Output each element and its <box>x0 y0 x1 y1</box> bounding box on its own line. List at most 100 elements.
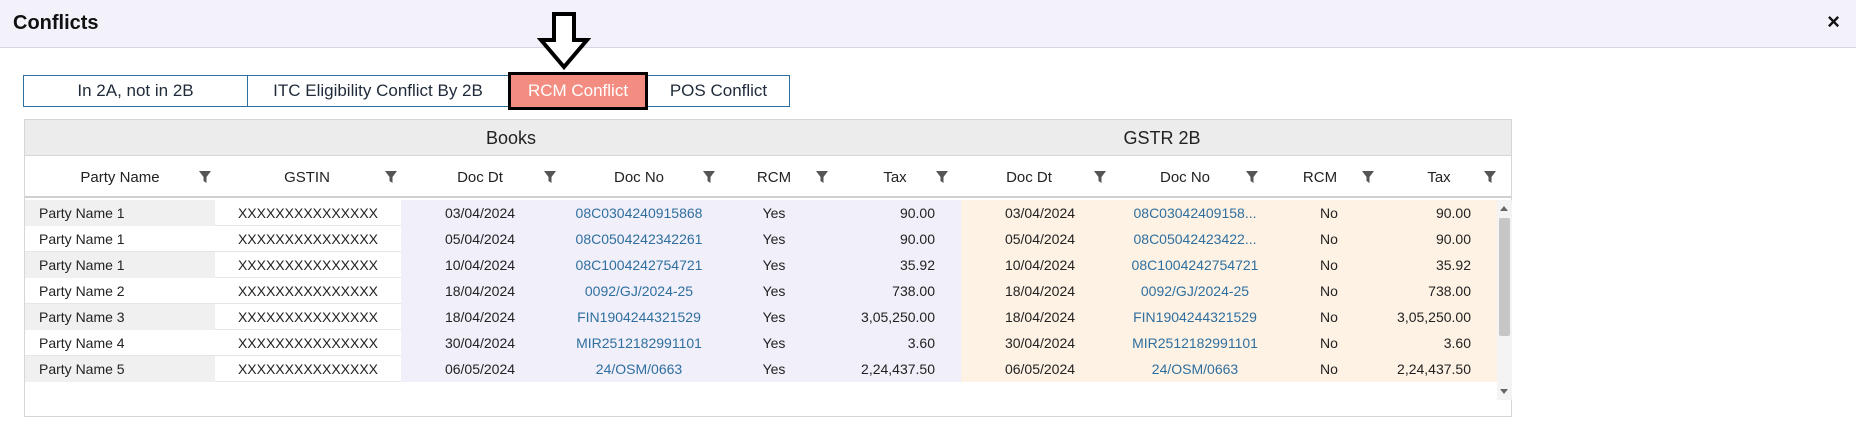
close-icon[interactable]: × <box>1827 10 1840 34</box>
col-header-books-doc-no[interactable]: Doc No <box>579 156 699 198</box>
scroll-up-icon[interactable] <box>1500 206 1508 211</box>
dialog-title: Conflicts <box>13 12 99 34</box>
table-row[interactable]: Party Name 1 XXXXXXXXXXXXXXX 10/04/2024 08C… <box>25 252 1497 278</box>
cell-books-tax: 3,05,250.00 <box>829 304 961 330</box>
cell-books-rcm: Yes <box>719 304 829 330</box>
group-books: Books <box>485 128 537 148</box>
cell-books-doc-no[interactable]: 0092/GJ/2024-25 <box>559 278 719 304</box>
cell-books-doc-dt: 06/05/2024 <box>401 356 559 382</box>
tab-itc-eligibility-conflict[interactable]: ITC Eligibility Conflict By 2B <box>247 75 509 107</box>
cell-2b-rcm: No <box>1271 200 1387 226</box>
cell-2b-doc-dt: 18/04/2024 <box>961 304 1119 330</box>
cell-2b-rcm: No <box>1271 330 1387 356</box>
cell-2b-rcm: No <box>1271 356 1387 382</box>
cell-books-tax: 3.60 <box>829 330 961 356</box>
cell-gstin: XXXXXXXXXXXXXXX <box>237 231 379 247</box>
filter-icon[interactable] <box>544 170 556 184</box>
cell-books-doc-no[interactable]: 08C0504242342261 <box>559 226 719 252</box>
cell-books-doc-dt: 30/04/2024 <box>401 330 559 356</box>
filter-icon[interactable] <box>816 170 828 184</box>
cell-2b-rcm: No <box>1271 304 1387 330</box>
filter-icon[interactable] <box>385 170 397 184</box>
filter-icon[interactable] <box>199 170 211 184</box>
cell-gstin: XXXXXXXXXXXXXXX <box>237 361 379 377</box>
cell-books-doc-dt: 10/04/2024 <box>401 252 559 278</box>
cell-books-doc-dt: 05/04/2024 <box>401 226 559 252</box>
dialog-header: Conflicts × <box>0 0 1856 48</box>
cell-books-tax: 738.00 <box>829 278 961 304</box>
table-row[interactable]: Party Name 1 XXXXXXXXXXXXXXX 05/04/2024 08C… <box>25 226 1497 252</box>
cell-2b-doc-dt: 10/04/2024 <box>961 252 1119 278</box>
cell-books-rcm: Yes <box>719 200 829 226</box>
cell-books-doc-no[interactable]: 08C1004242754721 <box>559 252 719 278</box>
cell-books-doc-dt: 18/04/2024 <box>401 278 559 304</box>
cell-books-doc-no[interactable]: FIN1904244321529 <box>559 304 719 330</box>
tab-in-2a-not-in-2b[interactable]: In 2A, not in 2B <box>23 75 248 107</box>
filter-icon[interactable] <box>1094 170 1106 184</box>
cell-2b-doc-no[interactable]: 24/OSM/0663 <box>1119 356 1271 382</box>
tab-pos-conflict[interactable]: POS Conflict <box>647 75 790 107</box>
cell-2b-doc-dt: 05/04/2024 <box>961 226 1119 252</box>
table-row[interactable]: Party Name 2 XXXXXXXXXXXXXXX 18/04/2024 009… <box>25 278 1497 304</box>
col-header-2b-doc-no[interactable]: Doc No <box>1125 156 1245 198</box>
scroll-down-icon[interactable] <box>1500 389 1508 394</box>
cell-books-rcm: Yes <box>719 278 829 304</box>
cell-2b-tax: 90.00 <box>1387 200 1497 226</box>
col-header-gstin[interactable]: GSTIN <box>247 156 367 198</box>
filter-icon[interactable] <box>1246 170 1258 184</box>
col-header-2b-doc-dt[interactable]: Doc Dt <box>969 156 1089 198</box>
cell-gstin: XXXXXXXXXXXXXXX <box>237 257 379 273</box>
vertical-scrollbar[interactable] <box>1497 200 1512 400</box>
cell-books-tax: 35.92 <box>829 252 961 278</box>
cell-books-rcm: Yes <box>719 330 829 356</box>
col-header-party-name[interactable]: Party Name <box>60 156 180 198</box>
cell-2b-doc-no[interactable]: 08C1004242754721 <box>1119 252 1271 278</box>
cell-books-doc-no[interactable]: 08C0304240915868 <box>559 200 719 226</box>
cell-party-name: Party Name 1 <box>25 252 215 278</box>
cell-2b-doc-no[interactable]: 0092/GJ/2024-25 <box>1119 278 1271 304</box>
scroll-thumb[interactable] <box>1499 218 1510 336</box>
down-arrow-icon <box>537 12 591 70</box>
cell-2b-doc-no[interactable]: 08C05042423422... <box>1119 226 1271 252</box>
cell-2b-tax: 2,24,437.50 <box>1387 356 1497 382</box>
filter-icon[interactable] <box>1484 170 1496 184</box>
cell-2b-rcm: No <box>1271 278 1387 304</box>
cell-gstin: XXXXXXXXXXXXXXX <box>237 335 379 351</box>
table-row[interactable]: Party Name 4 XXXXXXXXXXXXXXX 30/04/2024 MIR… <box>25 330 1497 356</box>
filter-icon[interactable] <box>936 170 948 184</box>
cell-books-doc-no[interactable]: 24/OSM/0663 <box>559 356 719 382</box>
cell-books-rcm: Yes <box>719 252 829 278</box>
col-header-books-doc-dt[interactable]: Doc Dt <box>420 156 540 198</box>
tab-rcm-conflict[interactable]: RCM Conflict <box>508 72 648 110</box>
conflicts-grid: Books GSTR 2B Party Name GSTIN Doc Dt Doc N… <box>24 119 1512 417</box>
cell-party-name: Party Name 3 <box>25 304 215 330</box>
cell-2b-tax: 3,05,250.00 <box>1387 304 1497 330</box>
conflict-tabs: In 2A, not in 2B ITC Eligibility Conflic… <box>23 72 790 110</box>
cell-2b-doc-dt: 06/05/2024 <box>961 356 1119 382</box>
cell-books-rcm: Yes <box>719 356 829 382</box>
cell-books-tax: 90.00 <box>829 226 961 252</box>
group-gstr2b: GSTR 2B <box>1123 128 1201 148</box>
cell-party-name: Party Name 1 <box>39 231 125 247</box>
col-header-2b-tax[interactable]: Tax <box>1379 156 1499 198</box>
cell-gstin: XXXXXXXXXXXXXXX <box>237 205 379 221</box>
cell-2b-rcm: No <box>1271 252 1387 278</box>
cell-2b-doc-dt: 30/04/2024 <box>961 330 1119 356</box>
table-row[interactable]: Party Name 1 XXXXXXXXXXXXXXX 03/04/2024 08C… <box>25 200 1497 226</box>
cell-2b-doc-dt: 03/04/2024 <box>961 200 1119 226</box>
table-row[interactable]: Party Name 5 XXXXXXXXXXXXXXX 06/05/2024 24/… <box>25 356 1497 382</box>
cell-2b-doc-no[interactable]: FIN1904244321529 <box>1119 304 1271 330</box>
cell-2b-tax: 738.00 <box>1387 278 1497 304</box>
cell-party-name: Party Name 2 <box>39 283 125 299</box>
table-row[interactable]: Party Name 3 XXXXXXXXXXXXXXX 18/04/2024 FIN… <box>25 304 1497 330</box>
cell-2b-rcm: No <box>1271 226 1387 252</box>
column-header-row: Party Name GSTIN Doc Dt Doc No RCM Tax Doc Dt D… <box>25 156 1511 198</box>
cell-2b-tax: 3.60 <box>1387 330 1497 356</box>
cell-2b-doc-no[interactable]: MIR2512182991101 <box>1119 330 1271 356</box>
cell-books-doc-no[interactable]: MIR2512182991101 <box>559 330 719 356</box>
filter-icon[interactable] <box>1362 170 1374 184</box>
cell-books-tax: 90.00 <box>829 200 961 226</box>
cell-books-doc-dt: 03/04/2024 <box>401 200 559 226</box>
cell-2b-doc-no[interactable]: 08C03042409158... <box>1119 200 1271 226</box>
cell-party-name: Party Name 1 <box>25 200 215 226</box>
